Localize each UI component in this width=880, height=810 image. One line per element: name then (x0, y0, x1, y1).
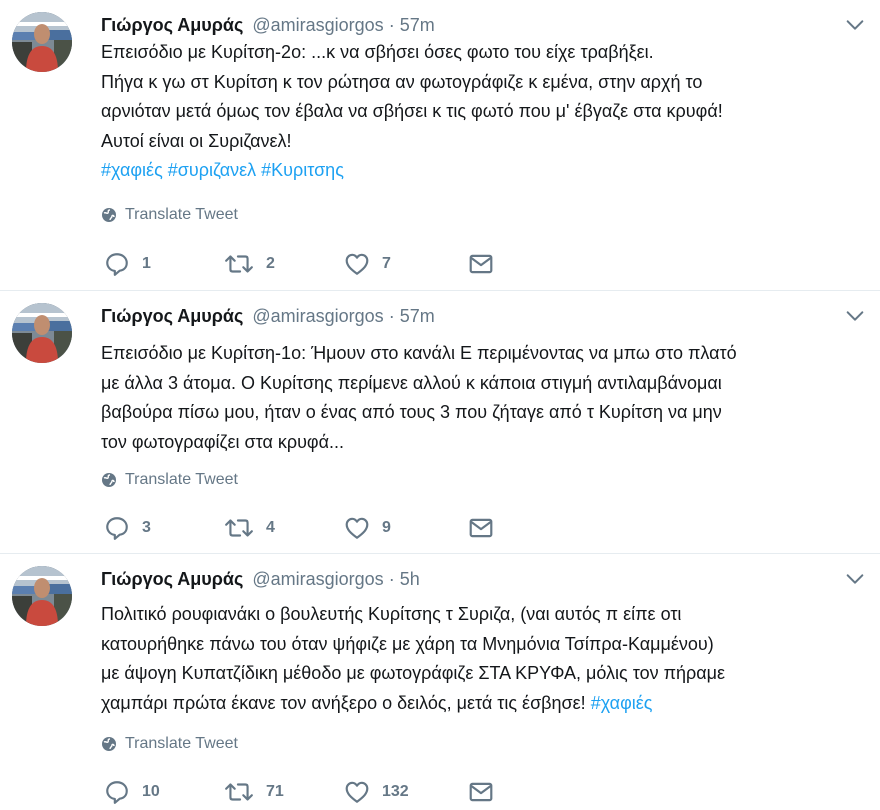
translate-label: Translate Tweet (125, 471, 238, 488)
like-button[interactable]: 132 (344, 779, 409, 805)
message-icon (468, 515, 494, 541)
reply-button[interactable]: 3 (104, 515, 151, 541)
tweet-text-line: Πήγα κ γω στ Κυρίτση κ τον ρώτησα αν φωτ… (101, 71, 703, 92)
tweet-text-line: με άψογη Κυπατζίδικη μέθοδο με φωτογράφι… (101, 663, 726, 683)
tweet[interactable]: Γιώργος Αμυράς @amirasgiorgos · 5h Πολιτ… (0, 554, 880, 810)
retweet-icon (224, 515, 254, 541)
tweet-text-line: με άλλα 3 άτομα. Ο Κυρίτσης περίμενε αλλ… (101, 372, 722, 393)
translate-tweet[interactable]: Translate Tweet (101, 471, 238, 489)
retweet-count: 4 (266, 519, 275, 536)
retweet-icon (224, 779, 254, 805)
retweet-count: 71 (266, 783, 284, 800)
tweet[interactable]: Γιώργος Αμυράς @amirasgiorgos · 57m Επει… (0, 0, 880, 290)
reply-icon (104, 515, 130, 541)
tweet-text-line: Επεισόδιο με Κυρίτση-1ο: Ήμουν στο κανάλ… (101, 343, 737, 363)
author-handle[interactable]: @amirasgiorgos (252, 15, 383, 35)
message-button[interactable] (468, 515, 494, 541)
avatar[interactable] (12, 12, 72, 72)
chevron-down-icon[interactable] (844, 14, 866, 36)
tweet-text-line: βαβούρα πίσω μου, ήταν ο ένας από τους 3… (101, 402, 722, 422)
tweet-header: Γιώργος Αμυράς @amirasgiorgos · 5h (101, 567, 420, 591)
retweet-count: 2 (266, 255, 275, 272)
author-name[interactable]: Γιώργος Αμυράς (101, 306, 243, 326)
tweet-actions: 1 2 7 (104, 251, 524, 277)
message-icon (468, 779, 494, 805)
retweet-icon (224, 251, 254, 277)
tweet-text: Επεισόδιο με Κυρίτση-2ο: ...κ να σβήσει … (101, 38, 871, 186)
reply-icon (104, 779, 130, 805)
like-button[interactable]: 7 (344, 251, 391, 277)
avatar[interactable] (12, 566, 72, 626)
translate-tweet[interactable]: Translate Tweet (101, 735, 238, 753)
message-icon (468, 251, 494, 277)
author-handle[interactable]: @amirasgiorgos (252, 306, 383, 326)
chevron-down-icon[interactable] (844, 305, 866, 327)
reply-count: 1 (142, 255, 151, 272)
author-name[interactable]: Γιώργος Αμυράς (101, 15, 243, 35)
globe-icon (101, 472, 117, 488)
tweet-actions: 3 4 9 (104, 515, 524, 541)
tweet[interactable]: Γιώργος Αμυράς @amirasgiorgos · 57m Επει… (0, 291, 880, 553)
translate-tweet[interactable]: Translate Tweet (101, 206, 238, 224)
like-icon (344, 779, 370, 805)
tweet-actions: 10 71 132 (104, 779, 524, 805)
separator-dot: · (388, 306, 395, 326)
chevron-down-icon[interactable] (844, 568, 866, 590)
retweet-button[interactable]: 2 (224, 251, 275, 277)
message-button[interactable] (468, 779, 494, 805)
author-name[interactable]: Γιώργος Αμυράς (101, 569, 243, 589)
tweet-text-line: Επεισόδιο με Κυρίτση-2ο: ...κ να σβήσει … (101, 42, 654, 62)
separator-dot: · (388, 15, 395, 35)
translate-label: Translate Tweet (125, 206, 238, 223)
reply-count: 10 (142, 783, 160, 800)
like-icon (344, 251, 370, 277)
globe-icon (101, 207, 117, 223)
translate-label: Translate Tweet (125, 735, 238, 752)
tweet-text-line: αρνιόταν μετά όμως τον έβαλα να σβήσει κ… (101, 101, 723, 121)
like-icon (344, 515, 370, 541)
like-count: 132 (382, 783, 409, 800)
like-count: 7 (382, 255, 391, 272)
separator-dot: · (388, 569, 395, 589)
like-count: 9 (382, 519, 391, 536)
hashtag-links[interactable]: #χαφιές #συριζανελ #Κυριτσης (101, 156, 871, 186)
reply-count: 3 (142, 519, 151, 536)
tweet-text-line: Πολιτικό ρουφιανάκι ο βουλευτής Κυρίτσης… (101, 604, 682, 624)
reply-button[interactable]: 10 (104, 779, 160, 805)
globe-icon (101, 736, 117, 752)
reply-icon (104, 251, 130, 277)
timestamp[interactable]: 57m (400, 15, 435, 35)
hashtag-link[interactable]: #χαφιές (591, 693, 653, 713)
author-handle[interactable]: @amirasgiorgos (252, 569, 383, 589)
message-button[interactable] (468, 251, 494, 277)
tweet-text: Επεισόδιο με Κυρίτση-1ο: Ήμουν στο κανάλ… (101, 339, 871, 457)
tweet-text-line-last: χαμπάρι πρώτα έκανε τον ανήξερο ο δειλός… (101, 689, 871, 719)
timestamp[interactable]: 57m (400, 306, 435, 326)
tweet-text: Πολιτικό ρουφιανάκι ο βουλευτής Κυρίτσης… (101, 600, 871, 718)
tweet-text-line: κατουρήθηκε πάνω του όταν ψήφιζε με χάρη… (101, 633, 714, 654)
tweet-text-line: Αυτοί είναι οι Συριζανελ! (101, 130, 292, 151)
tweet-text-line: τον φωτογραφίζει στα κρυφά... (101, 431, 345, 452)
tweet-header: Γιώργος Αμυράς @amirasgiorgos · 57m (101, 13, 435, 37)
retweet-button[interactable]: 71 (224, 779, 284, 805)
avatar[interactable] (12, 303, 72, 363)
timestamp[interactable]: 5h (400, 569, 420, 589)
tweet-text-line: χαμπάρι πρώτα έκανε τον ανήξερο ο δειλός… (101, 692, 586, 713)
retweet-button[interactable]: 4 (224, 515, 275, 541)
tweet-header: Γιώργος Αμυράς @amirasgiorgos · 57m (101, 304, 435, 328)
like-button[interactable]: 9 (344, 515, 391, 541)
reply-button[interactable]: 1 (104, 251, 151, 277)
